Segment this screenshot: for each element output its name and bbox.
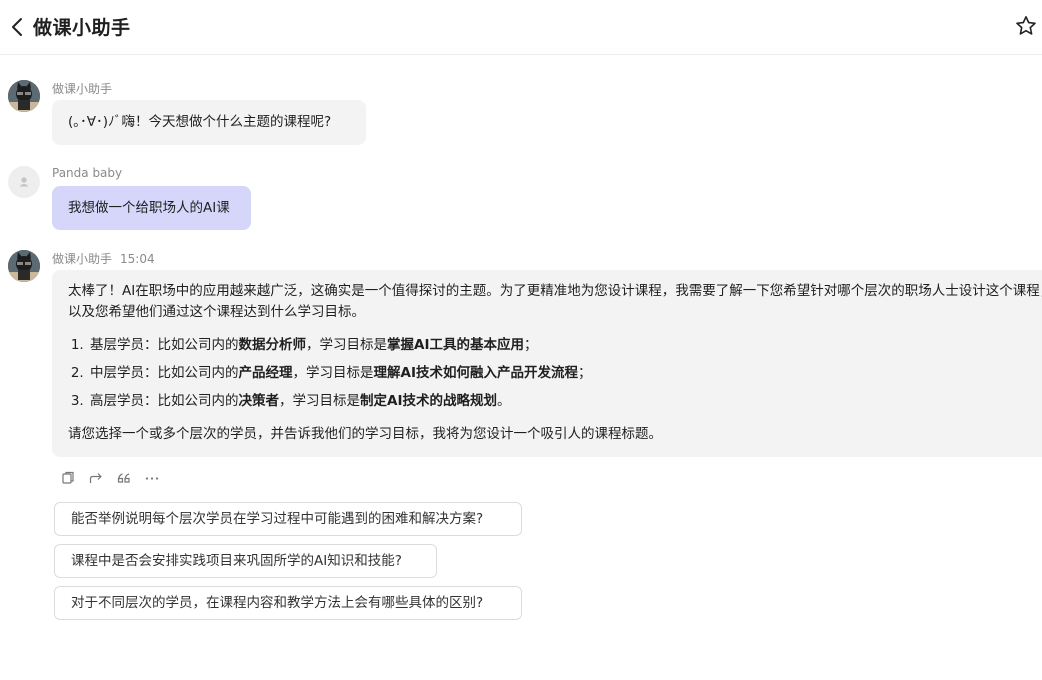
role-highlight: 数据分析师 — [238, 337, 307, 353]
favorite-star-icon[interactable] — [1014, 14, 1038, 38]
suggested-question-button[interactable]: 能否举例说明每个层次学员在学习过程中可能遇到的困难和解决方案? — [54, 502, 522, 536]
header-bar: 做课小助手 — [0, 0, 1042, 55]
goal-highlight: 制定AI技术的战略规划 — [360, 393, 497, 409]
sender-meta: 做课小助手 15:04 — [52, 250, 155, 267]
list-item: 中层学员：比如公司内的产品经理，学习目标是理解AI技术如何融入产品开发流程； — [88, 359, 1036, 387]
message-time: 15:04 — [120, 252, 155, 266]
message-text: (｡･∀･)ﾉﾞ嗨！今天想做个什么主题的课程呢? — [68, 114, 332, 130]
quote-icon[interactable] — [116, 470, 132, 486]
message-intro: 太棒了！AI在职场中的应用越来越广泛，这确实是一个值得探讨的主题。为了更精准地为… — [68, 283, 1042, 320]
user-avatar — [8, 166, 40, 198]
level-list: 基层学员：比如公司内的数据分析师，学习目标是掌握AI工具的基本应用； 中层学员：… — [68, 331, 1036, 415]
cat-avatar-icon — [8, 80, 40, 112]
sender-name: 做课小助手 — [52, 252, 113, 266]
copy-icon[interactable] — [60, 470, 76, 486]
suggested-question-button[interactable]: 对于不同层次的学员，在课程内容和教学方法上会有哪些具体的区别? — [54, 586, 522, 620]
more-icon[interactable] — [144, 470, 160, 486]
share-icon[interactable] — [88, 470, 104, 486]
user-message-bubble: 我想做一个给职场人的AI课 — [52, 186, 251, 230]
back-arrow-icon[interactable] — [6, 15, 30, 39]
cat-avatar-icon — [8, 250, 40, 282]
goal-highlight: 掌握AI工具的基本应用 — [387, 337, 524, 353]
role-highlight: 产品经理 — [238, 365, 293, 381]
goal-highlight: 理解AI技术如何融入产品开发流程 — [373, 365, 578, 381]
sender-name: Panda baby — [52, 166, 123, 180]
person-icon — [19, 177, 29, 187]
list-item: 基层学员：比如公司内的数据分析师，学习目标是掌握AI工具的基本应用； — [88, 331, 1036, 359]
bot-message-bubble: 太棒了！AI在职场中的应用越来越广泛，这确实是一个值得探讨的主题。为了更精准地为… — [52, 270, 1042, 457]
sender-name: 做课小助手 — [52, 82, 113, 96]
role-highlight: 决策者 — [238, 393, 280, 409]
bot-avatar — [8, 80, 40, 112]
bot-avatar — [8, 250, 40, 282]
page-title: 做课小助手 — [33, 17, 131, 39]
message-text: 我想做一个给职场人的AI课 — [68, 200, 230, 216]
list-item: 高层学员：比如公司内的决策者，学习目标是制定AI技术的战略规划。 — [88, 387, 1036, 415]
bot-message-bubble: (｡･∀･)ﾉﾞ嗨！今天想做个什么主题的课程呢? — [52, 100, 366, 145]
message-outro: 请您选择一个或多个层次的学员，并告诉我他们的学习目标，我将为您设计一个吸引人的课… — [68, 426, 662, 442]
suggested-question-button[interactable]: 课程中是否会安排实践项目来巩固所学的AI知识和技能? — [54, 544, 437, 578]
